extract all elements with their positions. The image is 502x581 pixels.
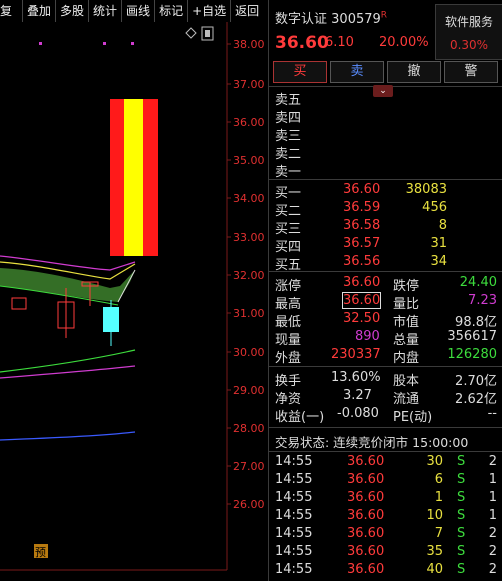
sector-pct: 0.30% (449, 38, 489, 52)
tick-row: 14:55 36.60 30 S 2 (275, 454, 497, 469)
cloud-area (0, 268, 135, 302)
marker (39, 42, 42, 45)
cancel-button[interactable]: 撤 (387, 61, 441, 83)
stat-row: 现量 890 总量 356617 (275, 329, 497, 348)
ask-row: 卖二 (269, 143, 502, 162)
y-tick: 31.00 (233, 307, 265, 320)
ask-row: 卖三 (269, 125, 502, 144)
ask-label: 卖五 (275, 93, 302, 108)
y-tick: 37.00 (233, 78, 265, 91)
stock-code: 300579 (331, 12, 381, 27)
alert-button[interactable]: 警 (444, 61, 498, 83)
stock-header: 数字认证 300579R (275, 8, 387, 27)
trade-status: 交易状态: 连续竞价闭市 15:00:00 (275, 435, 469, 450)
candle-cyan (103, 307, 119, 332)
ma-blue-line (0, 431, 136, 441)
marker (131, 42, 134, 45)
ask-row: 卖五 (269, 89, 502, 108)
y-tick: 35.00 (233, 154, 265, 167)
quote-panel: 数字认证 300579R 软件服务 0.30% 36.60 6.10 20.00… (268, 0, 502, 581)
yu-label: 预 (35, 546, 46, 559)
ask-label: 卖二 (275, 147, 302, 162)
tick-row: 14:55 36.60 6 S 1 (275, 472, 497, 487)
stat-row: 涨停 36.60 跌停 24.40 (275, 275, 497, 294)
ask-row: 卖四 (269, 107, 502, 126)
ask-label: 卖四 (275, 111, 302, 126)
stock-name: 数字认证 (275, 12, 328, 27)
y-tick: 29.00 (233, 384, 265, 397)
y-tick: 36.00 (233, 116, 265, 129)
y-tick: 33.00 (233, 231, 265, 244)
candle (11, 297, 27, 310)
sell-button[interactable]: 卖 (330, 61, 384, 83)
stat-row: 换手 13.60% 股本 2.70亿 (275, 370, 497, 389)
tick-row: 14:55 36.60 1 S 1 (275, 490, 497, 505)
marker (103, 42, 106, 45)
stat-row: 最高 36.60 量比 7.23 (275, 292, 497, 312)
diamond-icon (185, 27, 197, 39)
stat-row: 收益(一) -0.080 PE(动) -- (275, 406, 497, 425)
y-tick: 27.00 (233, 460, 265, 473)
trade-buttons: 买 卖 撤 警 (273, 61, 498, 83)
boll-upper-line (0, 255, 136, 271)
y-axis-ticks (227, 43, 231, 505)
stat-row: 净资 3.27 流通 2.62亿 (275, 388, 497, 407)
ask-row: 卖一 (269, 161, 502, 180)
ask-label: 卖三 (275, 129, 302, 144)
tick-row: 14:55 36.60 35 S 2 (275, 544, 497, 559)
ask-label: 卖一 (275, 165, 302, 180)
bid-row: 买五 36.56 34 (275, 254, 447, 273)
stat-row: 外盘 230337 内盘 126280 (275, 347, 497, 366)
chart-canvas (0, 22, 231, 571)
r-badge: R (380, 10, 388, 21)
y-tick: 32.00 (233, 269, 265, 282)
y-tick: 28.00 (233, 422, 265, 435)
y-tick: 38.00 (233, 38, 265, 51)
y-tick: 26.00 (233, 498, 265, 511)
bid-row: 买二 36.59 456 (275, 200, 447, 219)
tick-row: 14:55 36.60 7 S 2 (275, 526, 497, 541)
bid-row: 买四 36.57 31 (275, 236, 447, 255)
price-change-pct: 20.00% (379, 35, 429, 50)
last-price: 36.60 (275, 33, 329, 53)
sector-name: 软件服务 (444, 15, 493, 29)
y-tick: 34.00 (233, 192, 265, 205)
tick-row: 14:55 36.60 40 S 2 (275, 562, 497, 577)
stat-row: 最低 32.50 市值 98.8亿 (275, 311, 497, 330)
ma-magenta-lower (0, 365, 136, 379)
tick-row: 14:55 36.60 10 S 1 (275, 508, 497, 523)
bid-row: 买一 36.60 38083 (275, 182, 447, 201)
buy-button[interactable]: 买 (273, 61, 327, 83)
sector-box[interactable]: 软件服务 0.30% (435, 4, 502, 60)
y-tick: 30.00 (233, 346, 265, 359)
bid-row: 买三 36.58 8 (275, 218, 447, 237)
candlestick-chart[interactable]: 复权 叠加 多股 统计 画线 标记 +自选 返回 (0, 0, 268, 581)
price-change: 6.10 (325, 35, 354, 50)
